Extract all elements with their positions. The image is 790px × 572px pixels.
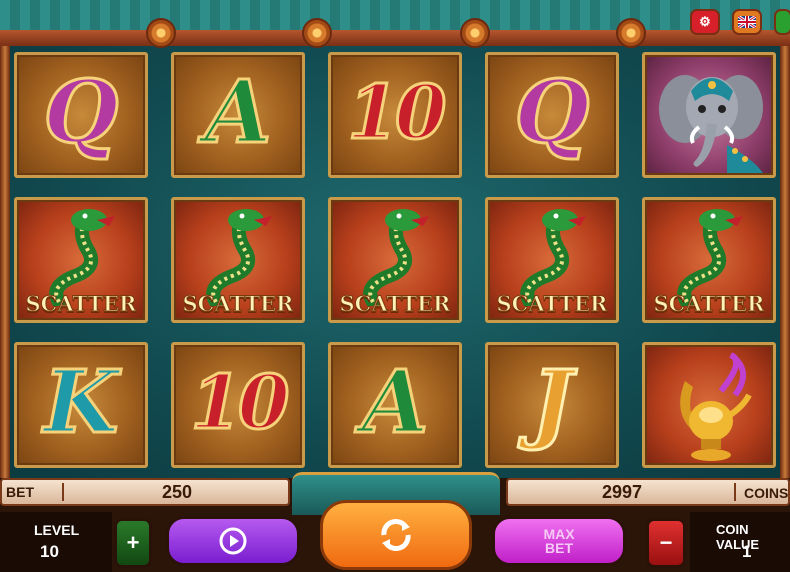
- coin-value-label: COIN VALUE: [716, 522, 760, 552]
- pillar: [780, 46, 790, 478]
- divider: [62, 483, 64, 501]
- symbol-letter: J: [530, 351, 574, 454]
- elephant-icon: [659, 75, 763, 173]
- bet-label: BET: [6, 484, 34, 500]
- roof: [0, 0, 790, 34]
- reel-1-row-1: Q: [14, 52, 148, 178]
- scatter-label: SCATTER: [182, 291, 294, 317]
- coins-value: 2997: [602, 482, 643, 502]
- coins-label: COINS: [744, 485, 789, 501]
- symbol-letter: Q: [42, 61, 120, 164]
- max-bet-button[interactable]: MAX BET: [492, 516, 626, 566]
- coin-value-box: COIN VALUE 1: [690, 512, 790, 572]
- autoplay-button[interactable]: [166, 516, 300, 566]
- bet-value: 250: [162, 482, 193, 502]
- reel-5-row-2: SCATTER: [642, 197, 776, 323]
- exit-button[interactable]: [774, 9, 790, 35]
- symbol-letter: K: [42, 351, 120, 454]
- reel-3-row-3: A: [328, 342, 462, 468]
- play-icon: [219, 527, 247, 555]
- scatter-label: SCATTER: [653, 291, 765, 317]
- scatter-label: SCATTER: [339, 291, 451, 317]
- settings-button[interactable]: ⚙: [690, 9, 720, 35]
- reel-4-row-1: Q: [485, 52, 619, 178]
- reel-3-row-2: SCATTER: [328, 197, 462, 323]
- spin-button[interactable]: [320, 500, 472, 570]
- divider: [734, 483, 736, 501]
- reel-2-row-3: 10: [171, 342, 305, 468]
- reel-3-row-1: 10: [328, 52, 462, 178]
- pillar: [0, 46, 10, 478]
- roof-edge: [0, 30, 790, 46]
- rosette-ornament: [616, 18, 646, 48]
- bet-bar: BET 250: [0, 478, 290, 506]
- symbol-letter: A: [203, 61, 273, 164]
- rosette-ornament: [302, 18, 332, 48]
- reel-2-row-1: A: [171, 52, 305, 178]
- reel-5-row-3: [642, 342, 776, 468]
- max-bet-label-line1: MAX: [543, 526, 575, 542]
- symbol-letter: 10: [189, 359, 291, 448]
- level-label: LEVEL: [34, 522, 80, 538]
- reel-grid: Q A 10 Q SCATTER SCATTER SCATTER SCATTER…: [14, 52, 780, 472]
- scatter-label: SCATTER: [25, 291, 137, 317]
- minus-icon: −: [659, 530, 673, 555]
- coin-value-value: 1: [742, 542, 752, 561]
- plus-icon: +: [126, 530, 140, 555]
- symbol-letter: Q: [513, 61, 591, 164]
- language-button[interactable]: [732, 9, 762, 35]
- level-plus-button[interactable]: +: [114, 518, 152, 568]
- refresh-icon: [381, 519, 411, 551]
- gear-icon: ⚙: [699, 14, 711, 29]
- coin-value-minus-button[interactable]: −: [646, 518, 686, 568]
- symbol-letter: A: [360, 351, 430, 454]
- rosette-ornament: [460, 18, 490, 48]
- max-bet-label-line2: BET: [545, 540, 573, 556]
- reel-2-row-2: SCATTER: [171, 197, 305, 323]
- reel-5-row-1: [642, 52, 776, 178]
- reel-1-row-2: SCATTER: [14, 197, 148, 323]
- coins-bar: 2997 COINS: [506, 478, 790, 506]
- reel-4-row-2: SCATTER: [485, 197, 619, 323]
- level-box: LEVEL 10: [0, 512, 112, 572]
- symbol-letter: 10: [346, 69, 448, 158]
- magic-lamp-icon: [680, 352, 752, 461]
- level-value: 10: [40, 542, 59, 561]
- reel-1-row-3: K: [14, 342, 148, 468]
- game-frame: ⚙ Q A 10 Q SCATTER SCATTER SCATTER SCATT…: [0, 0, 790, 478]
- scatter-label: SCATTER: [496, 291, 608, 317]
- rosette-ornament: [146, 18, 176, 48]
- uk-flag-icon: [738, 16, 756, 28]
- reel-4-row-3: J: [485, 342, 619, 468]
